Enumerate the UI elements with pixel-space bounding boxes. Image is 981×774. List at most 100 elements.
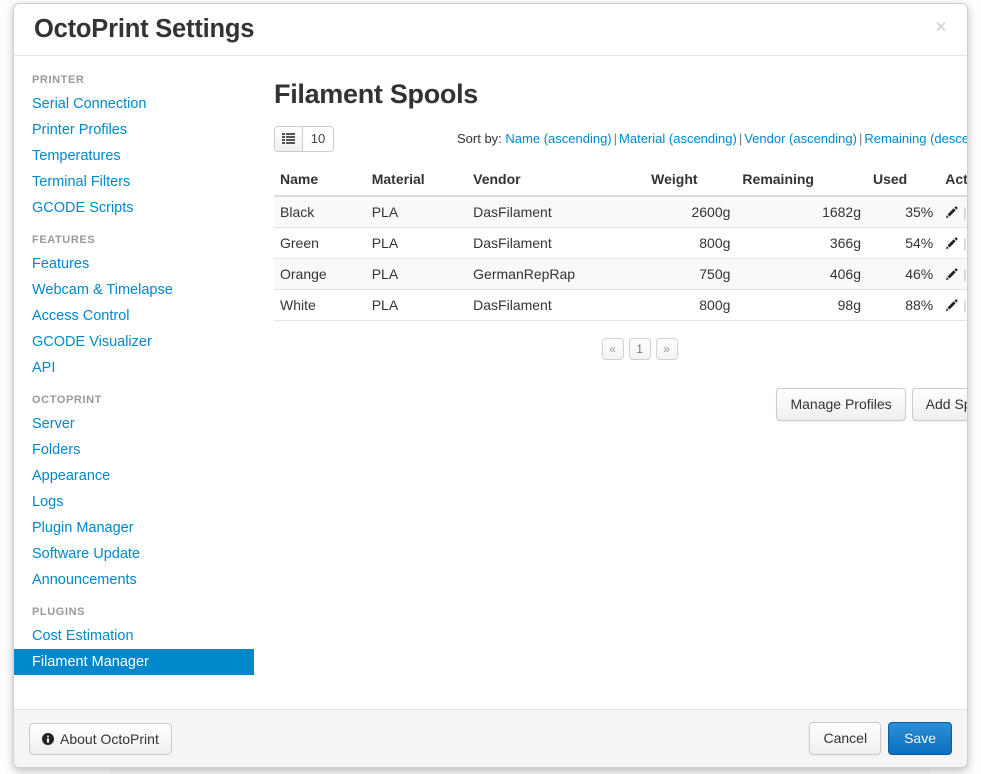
dialog-header: OctoPrint Settings ×: [14, 4, 967, 56]
nav-group-title-features: FEATURES: [14, 234, 254, 251]
sidebar-item-cost-estimation[interactable]: Cost Estimation: [14, 623, 254, 649]
nav-group-printer: PRINTER Serial Connection Printer Profil…: [14, 74, 254, 221]
save-button[interactable]: Save: [888, 722, 952, 755]
cell-vendor: DasFilament: [467, 196, 645, 228]
sidebar-item-plugin-manager[interactable]: Plugin Manager: [14, 515, 254, 541]
sidebar-item-terminal-filters[interactable]: Terminal Filters: [14, 169, 254, 195]
filament-spools-table: Name Material Vendor Weight Remaining Us…: [274, 167, 967, 321]
sidebar-item-logs[interactable]: Logs: [14, 489, 254, 515]
pencil-icon[interactable]: [945, 268, 958, 281]
dialog-footer: About OctoPrint Cancel Save: [14, 709, 967, 767]
column-header-vendor: Vendor: [467, 167, 645, 196]
close-icon[interactable]: ×: [931, 17, 951, 37]
page-size-control[interactable]: 10: [274, 126, 334, 152]
cell-vendor: GermanRepRap: [467, 258, 645, 289]
sidebar-item-access-control[interactable]: Access Control: [14, 303, 254, 329]
pagination-page-1[interactable]: 1: [629, 338, 651, 360]
column-header-weight: Weight: [645, 167, 736, 196]
cell-weight: 800g: [645, 289, 736, 320]
sidebar-item-webcam-timelapse[interactable]: Webcam & Timelapse: [14, 277, 254, 303]
nav-spacer: [14, 593, 254, 606]
sidebar-item-temperatures[interactable]: Temperatures: [14, 143, 254, 169]
nav-group-octoprint: OCTOPRINT Server Folders Appearance Logs…: [14, 394, 254, 593]
cell-name: Orange: [274, 258, 366, 289]
sort-separator: |: [612, 131, 619, 146]
column-header-used: Used: [867, 167, 939, 196]
pagination-next-button[interactable]: »: [656, 338, 678, 360]
cell-material: PLA: [366, 258, 467, 289]
cell-used: 88%: [867, 289, 939, 320]
dialog-title: OctoPrint Settings: [34, 17, 254, 43]
nav-group-features: FEATURES Features Webcam & Timelapse Acc…: [14, 234, 254, 381]
sidebar-item-printer-profiles[interactable]: Printer Profiles: [14, 117, 254, 143]
info-icon: [42, 733, 54, 745]
column-header-name: Name: [274, 167, 366, 196]
settings-sidebar: PRINTER Serial Connection Printer Profil…: [14, 56, 254, 709]
action-separator: |: [958, 205, 967, 220]
sidebar-item-filament-manager[interactable]: Filament Manager: [14, 649, 254, 675]
nav-spacer: [14, 221, 254, 234]
sort-by-controls: Sort by: Name (ascending)|Material (asce…: [457, 131, 967, 146]
cell-vendor: DasFilament: [467, 289, 645, 320]
sort-by-label: Sort by:: [457, 131, 502, 146]
nav-group-title-octoprint: OCTOPRINT: [14, 394, 254, 411]
about-octoprint-button[interactable]: About OctoPrint: [29, 723, 172, 755]
cell-used: 46%: [867, 258, 939, 289]
cell-actions: |: [939, 227, 967, 258]
sidebar-item-features[interactable]: Features: [14, 251, 254, 277]
sidebar-item-gcode-scripts[interactable]: GCODE Scripts: [14, 195, 254, 221]
cell-name: White: [274, 289, 366, 320]
cell-material: PLA: [366, 227, 467, 258]
cell-weight: 750g: [645, 258, 736, 289]
manage-profiles-button[interactable]: Manage Profiles: [776, 388, 905, 421]
settings-dialog: OctoPrint Settings × PRINTER Serial Conn…: [13, 3, 968, 768]
cell-remaining: 1682g: [736, 196, 867, 228]
nav-group-title-printer: PRINTER: [14, 74, 254, 91]
cell-material: PLA: [366, 289, 467, 320]
page-title: Filament Spools: [274, 80, 478, 110]
pencil-icon[interactable]: [945, 299, 958, 312]
table-pagination: « 1 »: [274, 338, 967, 360]
spool-action-buttons: Manage Profiles Add Spool: [274, 388, 967, 421]
table-row: Green PLA DasFilament 800g 366g 54% |: [274, 227, 967, 258]
nav-group-title-plugins: PLUGINS: [14, 606, 254, 623]
cell-material: PLA: [366, 196, 467, 228]
list-icon[interactable]: [275, 127, 303, 151]
table-row: Orange PLA GermanRepRap 750g 406g 46% |: [274, 258, 967, 289]
cell-name: Black: [274, 196, 366, 228]
sort-link-vendor[interactable]: Vendor (ascending): [744, 131, 857, 146]
cell-remaining: 98g: [736, 289, 867, 320]
sort-link-name[interactable]: Name (ascending): [505, 131, 611, 146]
sort-link-material[interactable]: Material (ascending): [619, 131, 737, 146]
sidebar-item-announcements[interactable]: Announcements: [14, 567, 254, 593]
sidebar-item-gcode-visualizer[interactable]: GCODE Visualizer: [14, 329, 254, 355]
table-toolbar: 10 Sort by: Name (ascending)|Material (a…: [274, 125, 967, 153]
pencil-icon[interactable]: [945, 237, 958, 250]
dialog-body: PRINTER Serial Connection Printer Profil…: [14, 56, 967, 709]
sidebar-item-appearance[interactable]: Appearance: [14, 463, 254, 489]
add-spool-button[interactable]: Add Spool: [912, 388, 967, 421]
column-header-material: Material: [366, 167, 467, 196]
sidebar-item-server[interactable]: Server: [14, 411, 254, 437]
sort-link-remaining[interactable]: Remaining (descending): [864, 131, 967, 146]
sidebar-item-folders[interactable]: Folders: [14, 437, 254, 463]
sidebar-item-software-update[interactable]: Software Update: [14, 541, 254, 567]
cell-weight: 800g: [645, 227, 736, 258]
pencil-icon[interactable]: [945, 206, 958, 219]
page-size-value[interactable]: 10: [303, 127, 333, 151]
cell-vendor: DasFilament: [467, 227, 645, 258]
footer-actions: Cancel Save: [809, 722, 952, 755]
pagination-prev-button[interactable]: «: [602, 338, 624, 360]
settings-content-panel: Filament Spools: [254, 56, 967, 709]
content-header: Filament Spools: [274, 80, 967, 110]
table-body: Black PLA DasFilament 2600g 1682g 35% |: [274, 196, 967, 321]
table-head: Name Material Vendor Weight Remaining Us…: [274, 167, 967, 196]
cell-remaining: 406g: [736, 258, 867, 289]
sidebar-item-serial-connection[interactable]: Serial Connection: [14, 91, 254, 117]
sidebar-item-api[interactable]: API: [14, 355, 254, 381]
table-row: White PLA DasFilament 800g 98g 88% |: [274, 289, 967, 320]
action-separator: |: [958, 298, 967, 313]
table-header-row: Name Material Vendor Weight Remaining Us…: [274, 167, 967, 196]
cancel-button[interactable]: Cancel: [809, 722, 881, 755]
cell-used: 35%: [867, 196, 939, 228]
